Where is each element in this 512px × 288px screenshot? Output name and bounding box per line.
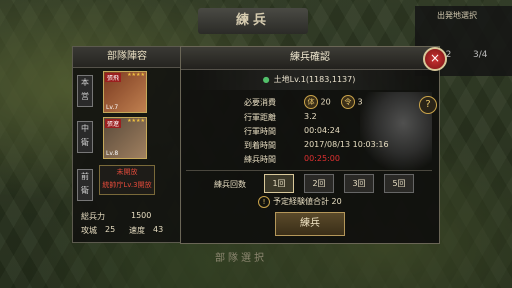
star-rating-icon: ★★★★: [127, 118, 145, 124]
hero-card-zhangliao[interactable]: 張遼 ★★★★ Lv.8: [103, 117, 147, 159]
arrival-value: 2017/08/13 10:03:16: [304, 140, 389, 149]
count-option-5[interactable]: 5回: [384, 174, 414, 193]
hero-card-zhangfei[interactable]: 張飛 ★★★★ Lv.7: [103, 71, 147, 113]
slot-tag-middle: 中衛: [77, 121, 93, 153]
troop-label: 総兵力: [81, 212, 105, 221]
stamina-icon: 体: [304, 95, 318, 109]
dialog-title: 練兵確認: [181, 47, 439, 70]
locked-slot: 未開放 統帥庁Lv.3開放: [99, 165, 155, 195]
top-title-banner: 練兵: [198, 8, 308, 34]
training-time-label: 練兵時間: [244, 155, 276, 164]
stamina-cost: 20: [320, 97, 331, 107]
hero-name: 張遼: [105, 119, 122, 128]
departure-count: 3/4: [473, 50, 488, 60]
info-icon: !: [258, 196, 270, 208]
order-cost: 3: [357, 97, 363, 107]
target-location: ● 土地Lv.1(1183,1137): [186, 70, 432, 90]
count-option-1[interactable]: 1回: [264, 174, 294, 193]
help-icon[interactable]: ?: [419, 96, 437, 114]
divider: [186, 170, 432, 171]
slot-tag-main: 本営: [77, 75, 93, 107]
march-time-label: 行軍時間: [244, 127, 276, 136]
training-time-value: 00:25:00: [304, 154, 340, 163]
count-option-2[interactable]: 2回: [304, 174, 334, 193]
distance-value: 3.2: [304, 112, 317, 121]
bottom-title-banner: 部隊選択: [215, 253, 267, 264]
hero-level: Lv.8: [106, 150, 119, 157]
formation-title: 部隊陣容: [73, 47, 181, 68]
distance-label: 行軍距離: [244, 113, 276, 122]
locked-label: 未開放: [116, 168, 138, 176]
speed-label: 速度: [129, 226, 145, 235]
exp-label: 予定経験値合計: [273, 197, 329, 206]
siege-value: 25: [105, 225, 116, 234]
formation-panel: 部隊陣容 本営 張飛 ★★★★ Lv.7 中衛 張遼 ★★★★ Lv.8 前衛 …: [72, 46, 182, 243]
march-time-value: 00:04:24: [304, 126, 340, 135]
exp-value: 20: [331, 197, 342, 206]
siege-label: 攻城: [81, 226, 97, 235]
star-rating-icon: ★★★★: [127, 72, 145, 78]
location-pin-icon: ●: [262, 75, 270, 84]
expected-exp: ! 予定経験値合計 20: [258, 196, 342, 208]
troop-value: 1500: [131, 211, 152, 220]
hero-level: Lv.7: [106, 104, 119, 111]
order-icon: 令: [340, 95, 355, 109]
departure-title: 出発地選択: [437, 11, 477, 20]
cost-values: 体 20 令 3: [304, 95, 363, 109]
speed-value: 43: [153, 225, 164, 234]
unlock-requirement: 統帥庁Lv.3開放: [102, 181, 152, 189]
arrival-label: 到着時間: [244, 141, 276, 150]
count-option-3[interactable]: 3回: [344, 174, 374, 193]
hero-name: 張飛: [105, 73, 122, 82]
cost-label: 必要消費: [244, 98, 276, 107]
count-label: 練兵回数: [214, 180, 246, 189]
location-text: 土地Lv.1(1183,1137): [273, 75, 356, 84]
train-button[interactable]: 練兵: [275, 212, 345, 236]
slot-tag-front: 前衛: [77, 169, 93, 201]
close-button[interactable]: ×: [423, 47, 447, 71]
